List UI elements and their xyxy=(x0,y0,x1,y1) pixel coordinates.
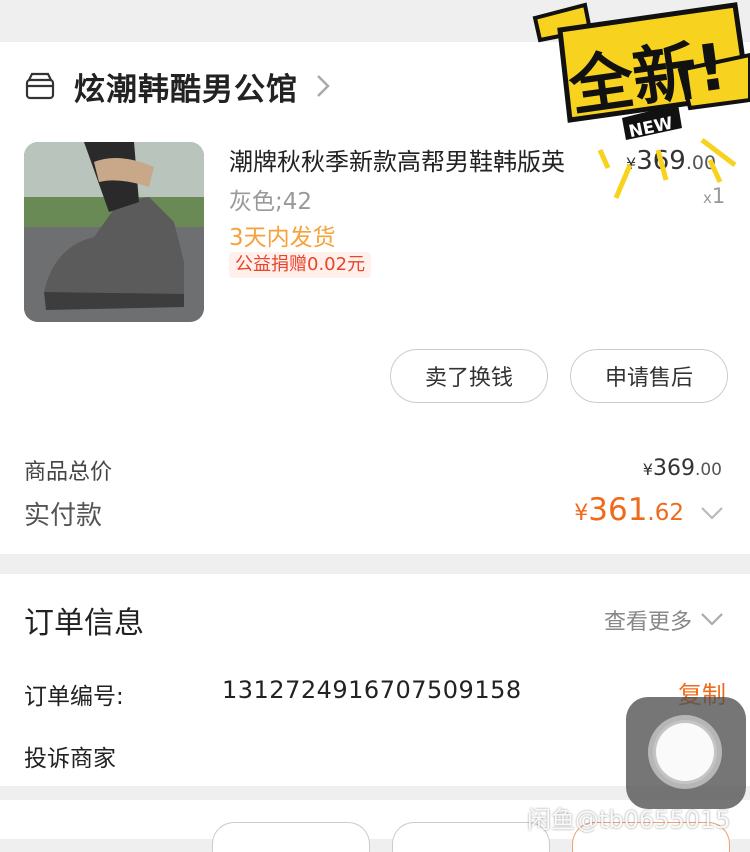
paid-decimal: .62 xyxy=(647,500,684,526)
currency-symbol: ¥ xyxy=(642,460,653,479)
order-number-label: 订单编号: xyxy=(24,684,124,710)
action-button[interactable] xyxy=(212,822,370,852)
currency-symbol: ¥ xyxy=(574,501,589,526)
store-icon xyxy=(25,72,55,100)
assistive-center xyxy=(656,723,714,781)
total-decimal: .00 xyxy=(694,460,722,480)
chevron-down-icon[interactable] xyxy=(700,506,724,520)
sell-button[interactable]: 卖了换钱 xyxy=(390,349,548,403)
chevron-right-icon[interactable] xyxy=(314,72,332,100)
watermark: 闲鱼@tb0655015 xyxy=(527,806,731,834)
order-info-title: 订单信息 xyxy=(24,606,144,641)
paid-integer: 361 xyxy=(588,492,648,528)
charity-badge: 公益捐赠0.02元 xyxy=(229,252,372,278)
product-title[interactable]: 潮牌秋秋季新款高帮男鞋韩版英 xyxy=(229,142,565,177)
order-number-value: 1312724916707509158 xyxy=(222,676,522,704)
paid-label: 实付款 xyxy=(24,501,103,531)
shipping-note: 3天内发货 xyxy=(229,225,336,251)
brand-new-sticker: 全新! NEW xyxy=(532,2,750,199)
total-integer: 369 xyxy=(652,456,695,481)
goods-total-label: 商品总价 xyxy=(24,460,113,485)
assistive-touch-button[interactable] xyxy=(626,697,746,809)
paid-value[interactable]: ¥361.62 xyxy=(574,492,684,528)
after-sale-button[interactable]: 申请售后 xyxy=(570,349,728,403)
complain-merchant-link[interactable]: 投诉商家 xyxy=(24,739,116,773)
view-more-link[interactable]: 查看更多 xyxy=(604,604,692,636)
product-thumbnail[interactable] xyxy=(24,142,204,322)
chevron-down-icon[interactable] xyxy=(700,612,724,626)
goods-total-value: ¥369.00 xyxy=(643,456,722,481)
product-spec: 灰色;42 xyxy=(229,189,313,215)
shop-name[interactable]: 炫潮韩酷男公馆 xyxy=(74,64,298,109)
